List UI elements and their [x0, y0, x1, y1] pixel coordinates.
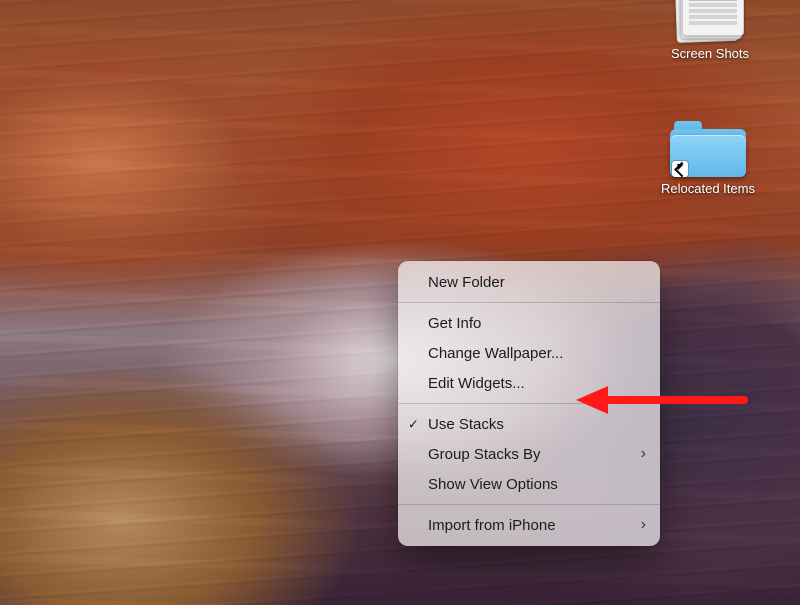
menu-item-edit-widgets[interactable]: Edit Widgets...	[398, 368, 660, 398]
folder-icon	[670, 119, 746, 177]
chevron-right-icon: ›	[641, 446, 646, 462]
menu-item-group-stacks-by[interactable]: Group Stacks By ›	[398, 439, 660, 469]
checkmark-icon: ✓	[408, 418, 419, 431]
menu-item-label: Group Stacks By	[428, 446, 541, 463]
menu-item-get-info[interactable]: Get Info	[398, 308, 660, 338]
desktop[interactable]: Screen Shots Relocated Items New Folder …	[0, 0, 800, 605]
menu-item-show-view-options[interactable]: Show View Options	[398, 469, 660, 499]
menu-item-change-wallpaper[interactable]: Change Wallpaper...	[398, 338, 660, 368]
menu-item-label: Change Wallpaper...	[428, 345, 563, 362]
menu-item-label: Get Info	[428, 315, 481, 332]
menu-item-new-folder[interactable]: New Folder	[398, 267, 660, 297]
desktop-icon-label: Relocated Items	[653, 181, 763, 197]
menu-separator	[398, 504, 660, 505]
menu-item-label: Use Stacks	[428, 416, 504, 433]
desktop-icon-relocated-items[interactable]: Relocated Items	[653, 119, 763, 197]
thumbnail-stack-icon	[676, 0, 744, 42]
desktop-context-menu: New Folder Get Info Change Wallpaper... …	[398, 261, 660, 546]
menu-item-label: Import from iPhone	[428, 517, 556, 534]
menu-separator	[398, 302, 660, 303]
chevron-right-icon: ›	[641, 517, 646, 533]
menu-item-label: New Folder	[428, 274, 505, 291]
menu-item-label: Show View Options	[428, 476, 558, 493]
desktop-icon-label: Screen Shots	[655, 46, 765, 62]
menu-separator	[398, 403, 660, 404]
menu-item-import-from-iphone[interactable]: Import from iPhone ›	[398, 510, 660, 540]
menu-item-label: Edit Widgets...	[428, 375, 525, 392]
alias-badge-icon	[672, 161, 688, 177]
desktop-icon-screenshots[interactable]: Screen Shots	[655, 0, 765, 62]
menu-item-use-stacks[interactable]: ✓ Use Stacks	[398, 409, 660, 439]
